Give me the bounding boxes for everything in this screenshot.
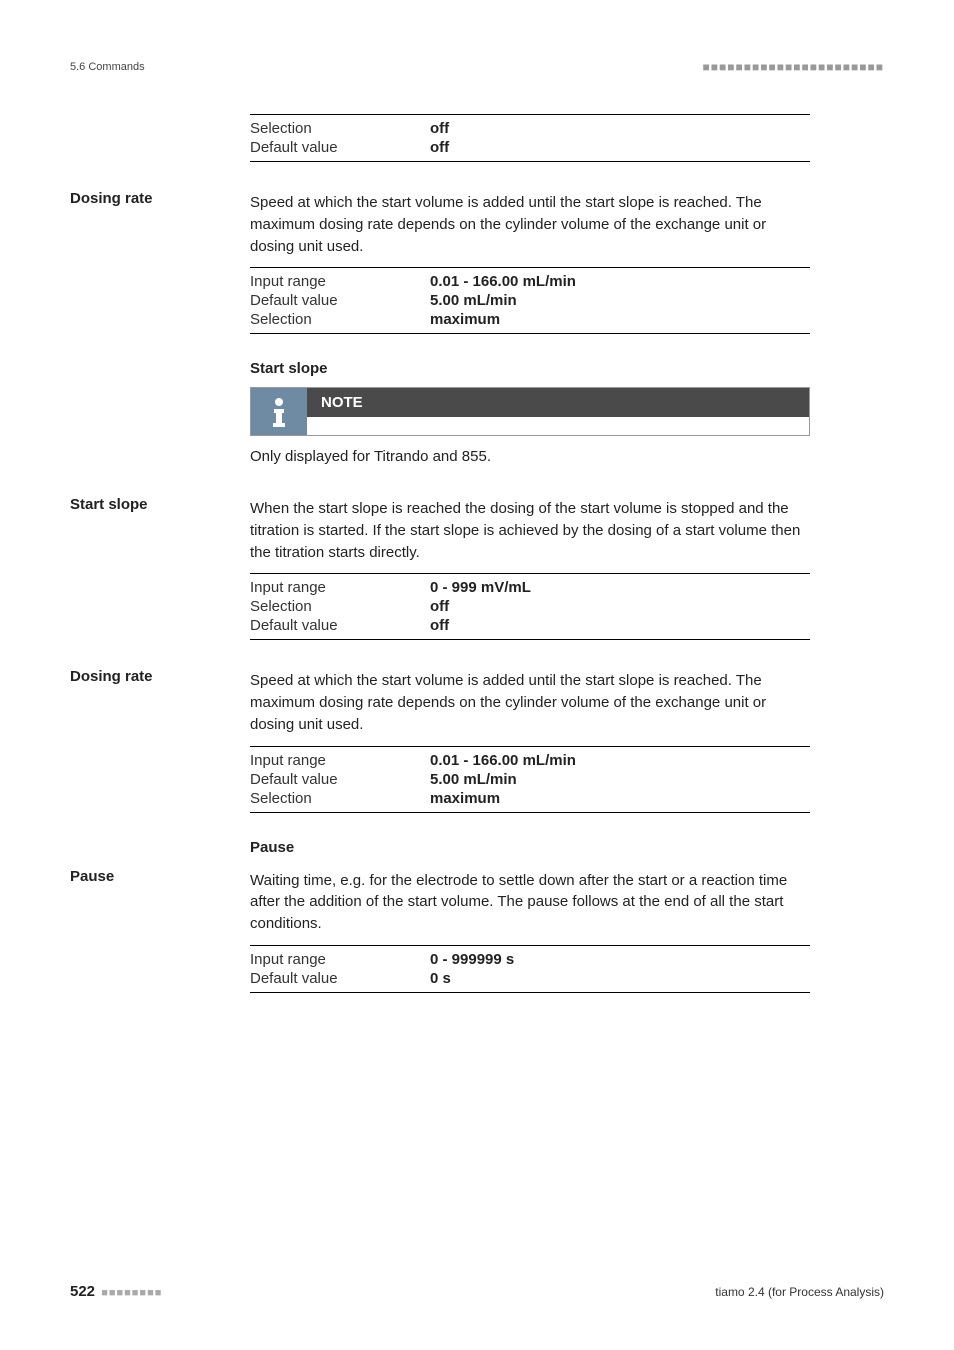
- param-key: Input range: [250, 951, 430, 968]
- header-dots: ■■■■■■■■■■■■■■■■■■■■■■: [703, 60, 884, 74]
- table-row: Input range 0 - 999 mV/mL: [250, 578, 810, 597]
- table-row: Default value 5.00 mL/min: [250, 291, 810, 310]
- footer-text: tiamo 2.4 (for Process Analysis): [715, 1285, 884, 1299]
- param-value: 0 s: [430, 970, 451, 987]
- dosing-rate-2-description: Speed at which the start volume is added…: [250, 670, 810, 735]
- param-label-start-slope: Start slope: [70, 494, 240, 666]
- param-value: off: [430, 598, 449, 615]
- param-value: 5.00 mL/min: [430, 292, 517, 309]
- note-text: Only displayed for Titrando and 855.: [250, 446, 810, 468]
- param-key: Default value: [250, 292, 430, 309]
- table-row: Default value 5.00 mL/min: [250, 770, 810, 789]
- param-value: off: [430, 120, 449, 137]
- param-key: Selection: [250, 120, 430, 137]
- param-key: Selection: [250, 311, 430, 328]
- footer-dots: ■■■■■■■■: [101, 1287, 162, 1299]
- param-key: Selection: [250, 790, 430, 807]
- dosing-rate-param-table: Input range 0.01 - 166.00 mL/min Default…: [250, 267, 810, 334]
- param-value: off: [430, 617, 449, 634]
- info-icon: [251, 388, 307, 435]
- pause-param-table: Input range 0 - 999999 s Default value 0…: [250, 945, 810, 993]
- table-row: Input range 0.01 - 166.00 mL/min: [250, 751, 810, 770]
- note-title: NOTE: [307, 388, 809, 417]
- page-footer: 522 ■■■■■■■■ tiamo 2.4 (for Process Anal…: [70, 1283, 884, 1300]
- page-number-value: 522: [70, 1283, 95, 1300]
- param-key: Default value: [250, 970, 430, 987]
- sub-heading-start-slope: Start slope: [250, 360, 810, 377]
- param-key: Default value: [250, 771, 430, 788]
- param-value: 0.01 - 166.00 mL/min: [430, 752, 576, 769]
- table-row: Input range 0.01 - 166.00 mL/min: [250, 272, 810, 291]
- table-row: Selection maximum: [250, 310, 810, 329]
- table-row: Default value off: [250, 616, 810, 635]
- param-value: 0.01 - 166.00 mL/min: [430, 273, 576, 290]
- table-row: Input range 0 - 999999 s: [250, 950, 810, 969]
- param-label-dosing-rate-2: Dosing rate: [70, 666, 240, 865]
- param-value: off: [430, 139, 449, 156]
- page-number: 522 ■■■■■■■■: [70, 1283, 162, 1300]
- param-label-dosing-rate: Dosing rate: [70, 188, 240, 494]
- table-row: Selection maximum: [250, 789, 810, 808]
- param-value: maximum: [430, 311, 500, 328]
- param-key: Selection: [250, 598, 430, 615]
- table-row: Selection off: [250, 597, 810, 616]
- table-row: Default value 0 s: [250, 969, 810, 988]
- table-row: Default value off: [250, 138, 810, 157]
- sub-heading-pause: Pause: [250, 839, 810, 856]
- table-row: Selection off: [250, 119, 810, 138]
- note-box: NOTE: [250, 387, 810, 436]
- param-key: Input range: [250, 752, 430, 769]
- param-key: Input range: [250, 579, 430, 596]
- param-label-pause: Pause: [70, 866, 240, 1019]
- dosing-rate-2-param-table: Input range 0.01 - 166.00 mL/min Default…: [250, 746, 810, 813]
- param-value: 0 - 999 mV/mL: [430, 579, 531, 596]
- param-value: maximum: [430, 790, 500, 807]
- param-key: Input range: [250, 273, 430, 290]
- param-value: 0 - 999999 s: [430, 951, 514, 968]
- start-slope-param-table: Input range 0 - 999 mV/mL Selection off …: [250, 573, 810, 640]
- param-key: Default value: [250, 617, 430, 634]
- start-slope-description: When the start slope is reached the dosi…: [250, 498, 810, 563]
- intro-param-table: Selection off Default value off: [250, 114, 810, 162]
- page-header: 5.6 Commands ■■■■■■■■■■■■■■■■■■■■■■: [70, 60, 884, 74]
- param-value: 5.00 mL/min: [430, 771, 517, 788]
- breadcrumb: 5.6 Commands: [70, 61, 145, 73]
- param-key: Default value: [250, 139, 430, 156]
- dosing-rate-description: Speed at which the start volume is added…: [250, 192, 810, 257]
- pause-description: Waiting time, e.g. for the electrode to …: [250, 870, 810, 935]
